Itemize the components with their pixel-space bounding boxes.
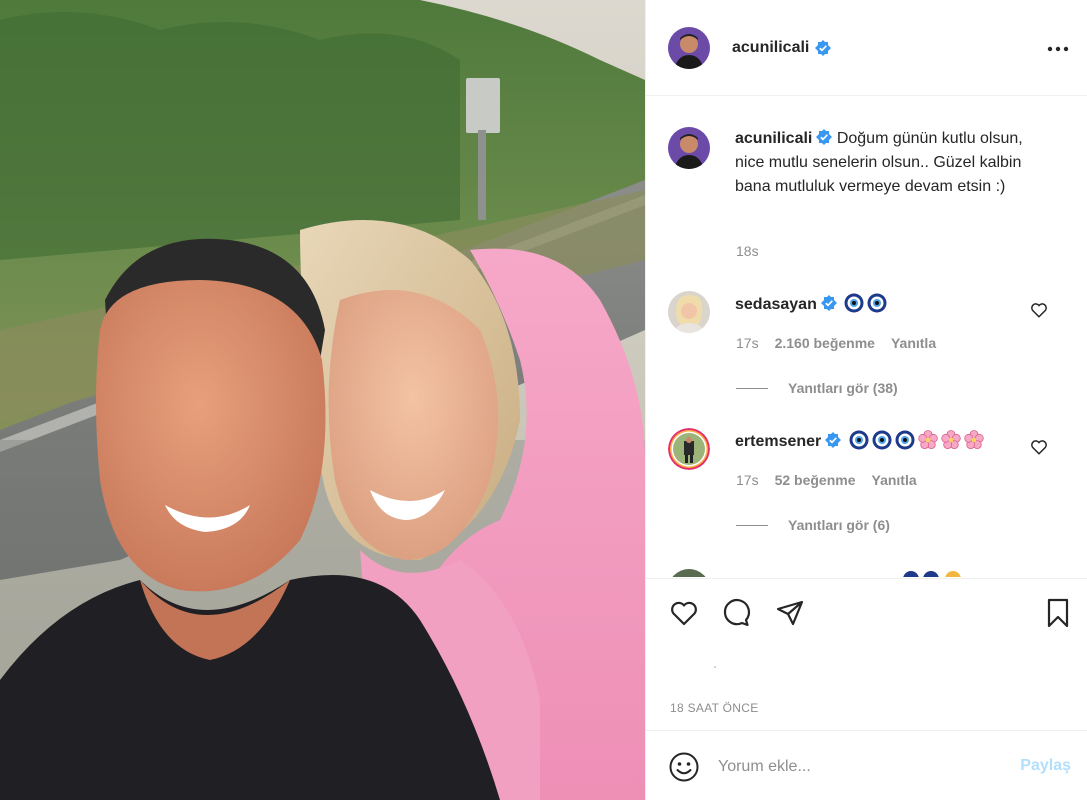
- emoji-picker-icon[interactable]: [668, 751, 700, 783]
- view-replies-button[interactable]: Yanıtları gör (38): [736, 380, 898, 396]
- commenter-avatar[interactable]: [668, 428, 710, 470]
- comment-like-icon[interactable]: [1030, 301, 1048, 319]
- comment-likes[interactable]: 2.160 beğenme: [775, 335, 875, 351]
- caption-timestamp[interactable]: 18s: [736, 243, 759, 259]
- view-replies-label: Yanıtları gör (38): [788, 380, 898, 396]
- share-icon[interactable]: [774, 597, 806, 629]
- comments-list[interactable]: acunilicali Doğum günün kutlu olsun, nic…: [646, 97, 1087, 577]
- author-username[interactable]: acunilicali: [732, 39, 809, 57]
- cherry-blossom-icon: [964, 430, 984, 450]
- comment-username[interactable]: ertemsener: [735, 433, 821, 450]
- selfie-photo: [0, 0, 645, 800]
- commenter-avatar[interactable]: [668, 291, 710, 333]
- comment-time[interactable]: 17s: [736, 472, 759, 488]
- comment-item: sedasayan 17s 2.160 beğenme Yanıtla Yanı…: [668, 291, 1068, 396]
- replies-divider: [736, 524, 768, 526]
- comment-item: ertemsener 17s 52 beğenme Yanıtla Yanıtl…: [668, 428, 1068, 533]
- comment-time[interactable]: 17s: [736, 335, 759, 351]
- add-comment-bar: Paylaş: [646, 730, 1087, 800]
- post-caption: acunilicali Doğum günün kutlu olsun, nic…: [668, 127, 1068, 199]
- post-timestamp[interactable]: 18 saat önce: [670, 701, 759, 715]
- cherry-blossom-icon: [918, 430, 938, 450]
- caption-text-block: acunilicali Doğum günün kutlu olsun, nic…: [735, 127, 1055, 199]
- caption-username[interactable]: acunilicali: [735, 130, 812, 147]
- post-photo[interactable]: [0, 0, 645, 800]
- comment-like-icon[interactable]: [1030, 438, 1048, 456]
- verified-badge-icon: [825, 432, 842, 448]
- reply-button[interactable]: Yanıtla: [872, 472, 917, 488]
- comment-input[interactable]: [718, 753, 998, 781]
- nazar-icon: [872, 430, 892, 450]
- author-avatar[interactable]: [668, 26, 710, 69]
- comment-body: sedasayan: [735, 291, 887, 316]
- more-options-icon[interactable]: [1043, 34, 1073, 64]
- comment-item-clipped: [668, 568, 1028, 577]
- nazar-icon: [895, 430, 915, 450]
- verified-badge-icon: [820, 295, 837, 311]
- comment-meta: 17s 52 beğenme Yanıtla: [736, 472, 917, 488]
- comment-body: ertemsener: [735, 428, 984, 453]
- comment-icon[interactable]: [720, 597, 752, 629]
- post-header: acunilicali: [646, 0, 1087, 96]
- heart-icon[interactable]: [668, 597, 700, 629]
- verified-badge-icon: [815, 39, 832, 56]
- caption-avatar[interactable]: [668, 127, 710, 169]
- nazar-icon: [849, 430, 869, 450]
- comment-meta: 17s 2.160 beğenme Yanıtla: [736, 335, 936, 351]
- view-replies-label: Yanıtları gör (6): [788, 517, 890, 533]
- post-actions: 18 saat önce: [646, 578, 1087, 715]
- instagram-post: acunilicali acunilicali Doğum günün kutl…: [0, 0, 1087, 800]
- cherry-blossom-icon: [941, 430, 961, 450]
- post-comment-button[interactable]: Paylaş: [1020, 757, 1071, 775]
- comment-username[interactable]: sedasayan: [735, 296, 817, 313]
- comment-likes[interactable]: 52 beğenme: [775, 472, 856, 488]
- separator-dot: [714, 666, 716, 668]
- nazar-icon: [867, 293, 887, 313]
- bookmark-icon[interactable]: [1042, 597, 1074, 629]
- nazar-icon: [844, 293, 864, 313]
- view-replies-button[interactable]: Yanıtları gör (6): [736, 517, 890, 533]
- verified-badge-icon: [816, 129, 833, 145]
- replies-divider: [736, 387, 768, 389]
- reply-button[interactable]: Yanıtla: [891, 335, 936, 351]
- post-panel: acunilicali acunilicali Doğum günün kutl…: [645, 0, 1087, 800]
